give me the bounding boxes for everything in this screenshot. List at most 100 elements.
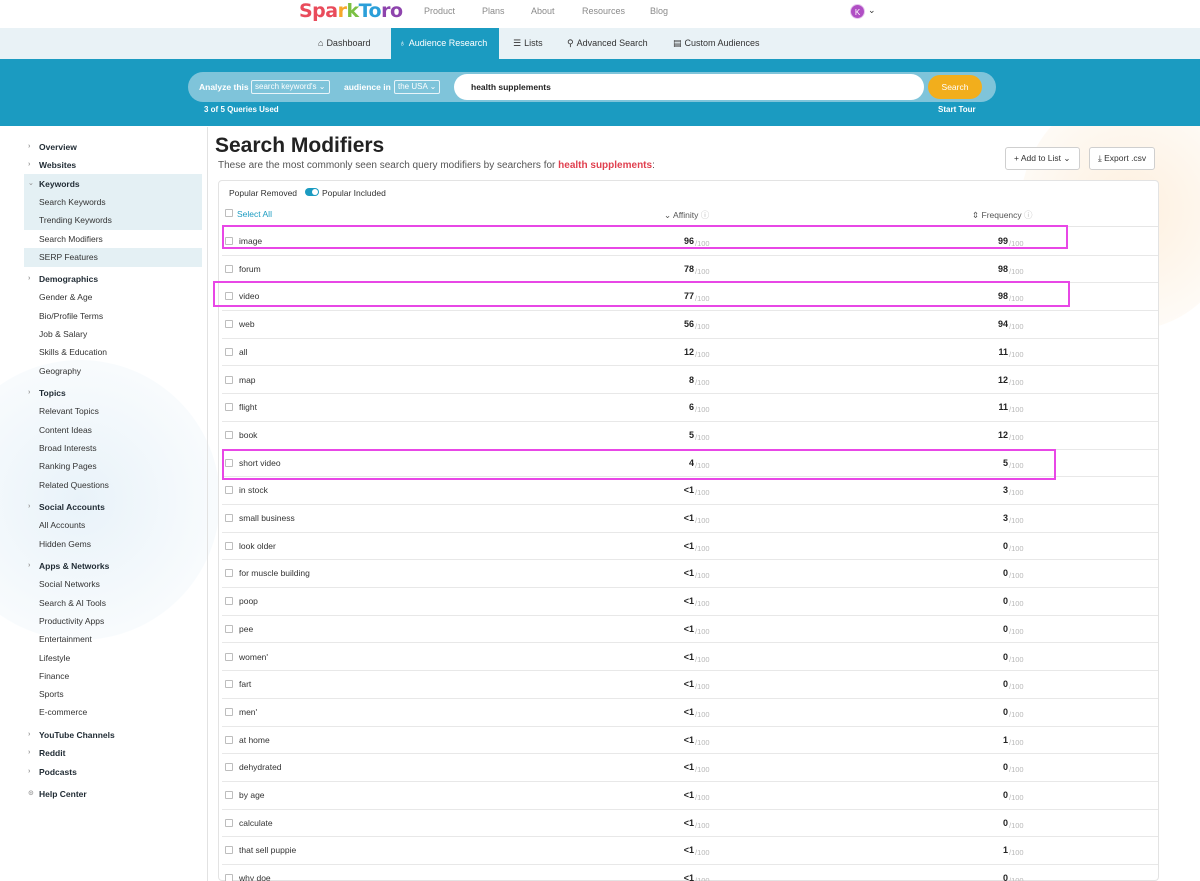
- table-row[interactable]: dehydrated <1/100 0/100: [222, 754, 1158, 782]
- row-checkbox[interactable]: [225, 763, 233, 772]
- topnav-resources[interactable]: Resources: [582, 6, 625, 16]
- sidebar-item-bio-profile-terms[interactable]: Bio/Profile Terms: [24, 307, 202, 325]
- popular-toggle[interactable]: [305, 188, 319, 196]
- sidebar-item-search-keywords[interactable]: Search Keywords: [24, 193, 202, 211]
- table-row[interactable]: calculate <1/100 0/100: [222, 810, 1158, 838]
- row-checkbox[interactable]: [225, 347, 233, 356]
- location-select[interactable]: the USA ⌄: [394, 80, 441, 94]
- sidebar-item-content-ideas[interactable]: Content Ideas: [24, 421, 202, 439]
- sidebar-item-skills-education[interactable]: Skills & Education: [24, 343, 202, 361]
- row-checkbox[interactable]: [225, 375, 233, 384]
- table-row[interactable]: by age <1/100 0/100: [222, 782, 1158, 810]
- tab-lists[interactable]: ☰ Lists: [505, 28, 551, 59]
- row-checkbox[interactable]: [225, 624, 233, 633]
- select-all-label[interactable]: Select All: [237, 209, 272, 219]
- row-checkbox[interactable]: [225, 320, 233, 329]
- row-checkbox[interactable]: [225, 597, 233, 606]
- tab-advanced-search[interactable]: ⚲ Advanced Search: [559, 28, 656, 59]
- sidebar-item-reddit[interactable]: › Reddit: [24, 744, 202, 762]
- row-checkbox[interactable]: [225, 680, 233, 689]
- sidebar-item-demographics[interactable]: › Demographics: [24, 270, 202, 288]
- tab-audience-research[interactable]: ♁ Audience Research: [391, 28, 499, 59]
- table-row[interactable]: all 12/100 11/100: [222, 339, 1158, 367]
- export-csv-button[interactable]: ⤓ Export .csv: [1089, 147, 1156, 170]
- table-row[interactable]: fart <1/100 0/100: [222, 671, 1158, 699]
- tab-dashboard[interactable]: ⌂ Dashboard: [310, 28, 378, 59]
- table-row[interactable]: book 5/100 12/100: [222, 422, 1158, 450]
- table-row[interactable]: look older <1/100 0/100: [222, 533, 1158, 561]
- row-checkbox[interactable]: [225, 514, 233, 522]
- row-checkbox[interactable]: [225, 264, 233, 273]
- row-checkbox[interactable]: [225, 569, 233, 578]
- sidebar-item-overview[interactable]: › Overview: [24, 138, 202, 156]
- table-row[interactable]: why doe <1/100 0/100: [222, 865, 1158, 881]
- table-row[interactable]: poop <1/100 0/100: [222, 588, 1158, 616]
- sidebar-item-apps-networks[interactable]: › Apps & Networks: [24, 557, 202, 575]
- sidebar-item-broad-interests[interactable]: Broad Interests: [24, 439, 202, 457]
- sidebar-item-all-accounts[interactable]: All Accounts: [24, 516, 202, 534]
- search-input[interactable]: health supplements: [454, 74, 924, 100]
- table-row[interactable]: forum 78/100 98/100: [222, 256, 1158, 284]
- row-checkbox[interactable]: [225, 541, 233, 550]
- table-row[interactable]: pee <1/100 0/100: [222, 616, 1158, 644]
- sidebar-item-topics[interactable]: › Topics: [24, 384, 202, 402]
- table-row[interactable]: flight 6/100 11/100: [222, 394, 1158, 422]
- sidebar-item-hidden-gems[interactable]: Hidden Gems: [24, 535, 202, 553]
- sidebar-item-finance[interactable]: Finance: [24, 667, 202, 685]
- sidebar-item-search-ai-tools[interactable]: Search & AI Tools: [24, 594, 202, 612]
- sidebar-item-websites[interactable]: › Websites: [24, 156, 202, 174]
- table-row[interactable]: for muscle building <1/100 0/100: [222, 560, 1158, 589]
- sidebar-item-gender-age[interactable]: Gender & Age: [24, 288, 202, 306]
- table-row[interactable]: in stock <1/100 3/100: [222, 477, 1158, 505]
- sidebar-item-ranking-pages[interactable]: Ranking Pages: [24, 457, 202, 475]
- select-all-checkbox[interactable]: [225, 209, 233, 217]
- add-to-list-button[interactable]: + Add to List ⌄: [1005, 147, 1080, 170]
- row-checkbox[interactable]: [225, 846, 233, 855]
- sidebar-item-social-networks[interactable]: Social Networks: [24, 575, 202, 593]
- row-checkbox[interactable]: [225, 735, 233, 744]
- sidebar-item-serp-features[interactable]: SERP Features: [24, 248, 202, 266]
- row-checkbox[interactable]: [225, 707, 233, 716]
- start-tour-link[interactable]: Start Tour: [938, 105, 976, 114]
- row-checkbox[interactable]: [225, 652, 233, 661]
- table-row[interactable]: small business <1/100 3/100: [222, 505, 1158, 533]
- table-row[interactable]: web 56/100 94/100: [222, 311, 1158, 339]
- sidebar-item-geography[interactable]: Geography: [24, 362, 202, 380]
- sidebar-item-search-modifiers[interactable]: Search Modifiers: [24, 229, 202, 248]
- search-button[interactable]: Search: [928, 75, 982, 99]
- topnav-about[interactable]: About: [531, 6, 555, 16]
- row-checkbox[interactable]: [225, 430, 233, 439]
- affinity-header[interactable]: ⌄ Affinity ⓘ: [664, 209, 709, 221]
- sidebar-item-relevant-topics[interactable]: Relevant Topics: [24, 402, 202, 420]
- table-row[interactable]: men' <1/100 0/100: [222, 699, 1158, 727]
- sidebar-item-entertainment[interactable]: Entertainment: [24, 630, 202, 648]
- sidebar-item-job-salary[interactable]: Job & Salary: [24, 325, 202, 343]
- logo[interactable]: SparkToro: [299, 0, 403, 22]
- table-row[interactable]: that sell puppie <1/100 1/100: [222, 837, 1158, 866]
- sidebar-item-trending-keywords[interactable]: Trending Keywords: [24, 211, 202, 229]
- sidebar-item-sports[interactable]: Sports: [24, 685, 202, 703]
- search-type-select[interactable]: search keyword's ⌄: [251, 80, 330, 94]
- chevron-down-icon[interactable]: ⌄: [868, 5, 876, 16]
- frequency-header[interactable]: ⇕ Frequency ⓘ: [972, 209, 1033, 221]
- sidebar-item-keywords[interactable]: ⌄ Keywords: [24, 175, 202, 193]
- topnav-blog[interactable]: Blog: [650, 6, 668, 16]
- sidebar-item-help-center[interactable]: ⊙ Help Center: [24, 785, 202, 803]
- sidebar-item-lifestyle[interactable]: Lifestyle: [24, 649, 202, 667]
- sidebar-item-podcasts[interactable]: › Podcasts: [24, 763, 202, 781]
- tab-custom-audiences[interactable]: ▤ Custom Audiences: [665, 28, 768, 59]
- topnav-plans[interactable]: Plans: [482, 6, 505, 16]
- sidebar-item-related-questions[interactable]: Related Questions: [24, 476, 202, 494]
- table-row[interactable]: women' <1/100 0/100: [222, 644, 1158, 672]
- row-checkbox[interactable]: [225, 818, 233, 827]
- sidebar-item-productivity-apps[interactable]: Productivity Apps: [24, 612, 202, 630]
- sidebar-item-social-accounts[interactable]: › Social Accounts: [24, 498, 202, 516]
- topnav-product[interactable]: Product: [424, 6, 455, 16]
- sidebar-item-e-commerce[interactable]: E-commerce: [24, 703, 202, 721]
- row-checkbox[interactable]: [225, 791, 233, 799]
- table-row[interactable]: map 8/100 12/100: [222, 367, 1158, 395]
- avatar[interactable]: K: [850, 4, 865, 19]
- table-row[interactable]: at home <1/100 1/100: [222, 727, 1158, 755]
- row-checkbox[interactable]: [225, 874, 233, 881]
- row-checkbox[interactable]: [225, 403, 233, 412]
